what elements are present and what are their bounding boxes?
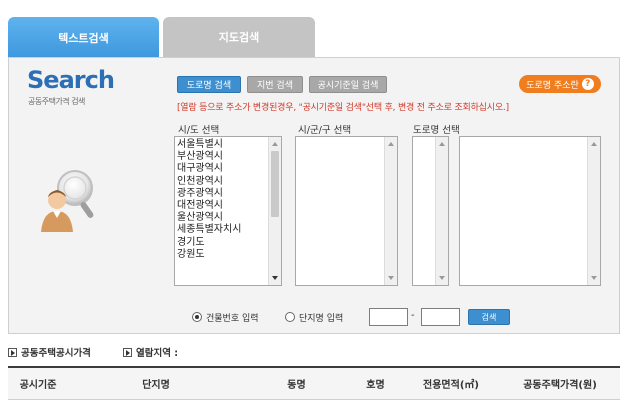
address-change-notice: [열람 등으로 주소가 변경된경우, "공시기준일 검색"선택 후, 변경 전 … <box>177 103 509 113</box>
scroll-down-icon[interactable] <box>272 276 278 280</box>
list-item[interactable]: 대전광역시 <box>177 200 267 212</box>
scroll-thumb[interactable] <box>271 151 279 217</box>
header-date: 공시기준 <box>19 380 57 391</box>
tab-text-search[interactable]: 텍스트검색 <box>8 17 159 59</box>
question-icon: ? <box>581 78 594 90</box>
header-price: 공동주택가격(원) <box>523 380 597 391</box>
area-info: 열람지역 : <box>123 345 178 359</box>
complex-name-radio[interactable] <box>285 312 295 322</box>
building-number-radio[interactable] <box>192 312 202 322</box>
road-name-search-button[interactable]: 도로명 검색 <box>177 76 241 93</box>
sigungu-listbox[interactable] <box>295 136 398 286</box>
sigungu-label: 시/군/구 선택 <box>298 125 352 136</box>
search-panel: Search 공동주택가격 검색 도로명 검색 지번 검색 공시기준일 검색 도… <box>8 57 620 334</box>
range-separator: - <box>411 310 415 321</box>
list-item[interactable]: 강원도 <box>177 249 267 261</box>
search-button[interactable]: 검색 <box>468 309 510 325</box>
lot-number-search-button[interactable]: 지번 검색 <box>247 76 303 93</box>
arrow-bullet-icon <box>123 347 132 357</box>
sido-listbox[interactable]: 서울특별시 부산광역시 대구광역시 인천광역시 광주광역시 대전광역시 울산광역… <box>174 136 282 286</box>
sido-label: 시/도 선택 <box>178 125 220 136</box>
header-unit: 호명 <box>366 380 385 391</box>
range-start-input[interactable] <box>369 308 408 326</box>
list-item[interactable]: 광주광역시 <box>177 188 267 200</box>
results-table-header: 공시기준 단지명 동명 호명 전용면적(㎡) 공동주택가격(원) <box>8 366 620 400</box>
complex-name-label: 단지명 입력 <box>299 313 344 324</box>
range-end-input[interactable] <box>421 308 460 326</box>
header-complex: 단지명 <box>142 380 170 391</box>
sido-scrollbar[interactable] <box>268 137 281 285</box>
scroll-up-icon[interactable] <box>272 142 278 146</box>
list-item[interactable]: 세종특별자치시 <box>177 224 267 236</box>
list-item[interactable]: 대구광역시 <box>177 163 267 175</box>
search-logo-subtitle: 공동주택가격 검색 <box>28 97 85 106</box>
area-info-label: 열람지역 : <box>136 348 179 359</box>
complex-name-option[interactable]: 단지명 입력 <box>285 308 343 326</box>
road-initial-scrollbar[interactable] <box>435 137 448 285</box>
scroll-down-icon[interactable] <box>439 276 445 280</box>
list-item[interactable]: 경기도 <box>177 237 267 249</box>
price-info: 공동주택공시가격 <box>8 345 91 359</box>
price-info-label: 공동주택공시가격 <box>21 348 91 359</box>
list-item[interactable]: 서울특별시 <box>177 139 267 151</box>
building-number-label: 건물번호 입력 <box>206 313 259 324</box>
road-name-listbox[interactable] <box>459 136 601 286</box>
magnifier-person-icon <box>41 170 94 232</box>
header-building: 동명 <box>287 380 306 391</box>
arrow-bullet-icon <box>8 347 17 357</box>
sigungu-scrollbar[interactable] <box>384 137 397 285</box>
scroll-down-icon[interactable] <box>388 276 394 280</box>
list-item[interactable]: 인천광역시 <box>177 176 267 188</box>
scroll-down-icon[interactable] <box>591 276 597 280</box>
list-item[interactable]: 울산광역시 <box>177 212 267 224</box>
road-address-help-label: 도로명 주소란 <box>526 80 579 91</box>
road-label: 도로명 선택 <box>413 125 460 136</box>
tab-map-search[interactable]: 지도검색 <box>163 17 315 57</box>
list-item[interactable]: 부산광역시 <box>177 151 267 163</box>
scroll-up-icon[interactable] <box>388 142 394 146</box>
road-initial-listbox[interactable] <box>412 136 449 286</box>
building-number-option[interactable]: 건물번호 입력 <box>192 308 259 326</box>
road-address-help-button[interactable]: 도로명 주소란 ? <box>519 75 601 93</box>
search-logo-title: Search <box>27 66 115 94</box>
scroll-up-icon[interactable] <box>439 142 445 146</box>
road-name-scrollbar[interactable] <box>587 137 600 285</box>
date-search-button[interactable]: 공시기준일 검색 <box>309 76 387 93</box>
header-area: 전용면적(㎡) <box>423 380 479 391</box>
scroll-up-icon[interactable] <box>591 142 597 146</box>
